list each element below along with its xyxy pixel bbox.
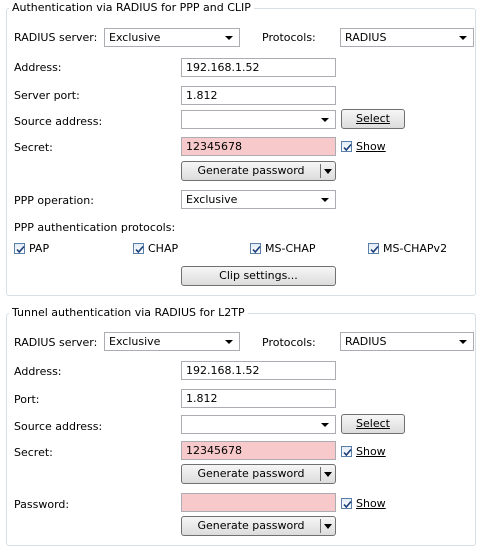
radius-server-select[interactable]: Exclusive [104,28,240,47]
l2tp-secret-field[interactable]: 12345678 [181,441,336,460]
address-label: Address: [14,61,62,74]
radius-l2tp-legend: Tunnel authentication via RADIUS for L2T… [9,306,248,319]
checkmark-icon [370,245,379,254]
checkmark-icon [343,143,352,152]
l2tp-radius-server-select[interactable]: Exclusive [104,332,240,351]
l2tp-protocols-select[interactable]: RADIUS [340,332,474,351]
radius-ppp-legend: Authentication via RADIUS for PPP and CL… [9,1,254,14]
checkmark-icon [343,448,352,457]
source-address-label: Source address: [14,115,103,128]
dropdown-arrow-icon [324,472,332,477]
ppp-auth-protocols-label: PPP authentication protocols: [14,221,176,234]
pap-checkbox[interactable] [14,243,25,254]
checkmark-icon [252,245,261,254]
chap-checkbox[interactable] [133,243,144,254]
l2tp-select-source-label: Select [356,417,390,430]
address-field[interactable]: 192.168.1.52 [181,58,336,77]
l2tp-protocols-value: RADIUS [345,335,387,348]
chevron-down-icon [459,340,467,344]
chap-label: CHAP [148,242,179,255]
server-port-field[interactable]: 1.812 [181,86,336,105]
protocols-label: Protocols: [262,31,316,44]
ppp-operation-value: Exclusive [186,193,238,206]
l2tp-show-password-checkbox[interactable] [341,498,352,509]
l2tp-protocols-label: Protocols: [262,336,316,349]
show-secret-label: Show [356,140,386,153]
dropdown-arrow-icon [324,524,332,529]
protocols-select[interactable]: RADIUS [340,28,474,47]
l2tp-generate-password-button[interactable]: Generate password [181,464,336,484]
l2tp-port-field[interactable]: 1.812 [181,389,336,408]
l2tp-source-address-select[interactable] [181,415,336,434]
chevron-down-icon [321,423,329,427]
chevron-down-icon [321,118,329,122]
l2tp-secret-label: Secret: [14,446,53,459]
ms-chapv2-checkbox[interactable] [368,243,379,254]
l2tp-password-label: Password: [14,498,70,511]
l2tp-port-label: Port: [14,393,40,406]
dropdown-arrow-icon [324,169,332,174]
chevron-down-icon [225,340,233,344]
checkmark-icon [343,500,352,509]
ms-chap-label: MS-CHAP [265,242,316,255]
l2tp-select-source-button[interactable]: Select [341,414,405,434]
clip-settings-button[interactable]: Clip settings... [181,266,336,286]
generate-password-label: Generate password [197,164,305,177]
ms-chapv2-label: MS-CHAPv2 [383,242,448,255]
l2tp-source-address-label: Source address: [14,420,103,433]
server-port-label: Server port: [14,89,80,102]
select-source-button[interactable]: Select [341,109,405,129]
l2tp-radius-server-label: RADIUS server: [14,336,98,349]
chevron-down-icon [321,198,329,202]
checkmark-icon [135,245,144,254]
ppp-operation-select[interactable]: Exclusive [181,190,336,209]
protocols-value: RADIUS [345,31,387,44]
checkmark-icon [16,245,25,254]
l2tp-address-field[interactable]: 192.168.1.52 [181,361,336,380]
show-secret-checkbox[interactable] [341,141,352,152]
secret-field[interactable]: 12345678 [181,137,336,156]
ms-chap-checkbox[interactable] [250,243,261,254]
generate-password-button[interactable]: Generate password [181,161,336,181]
select-source-label: Select [356,112,390,125]
radius-server-label: RADIUS server: [14,31,98,44]
l2tp-show-password-label: Show [356,497,386,510]
l2tp-show-secret-label: Show [356,445,386,458]
pap-label: PAP [29,242,50,255]
source-address-select[interactable] [181,110,336,129]
l2tp-password-field[interactable] [181,493,336,512]
radius-server-value: Exclusive [109,31,161,44]
secret-label: Secret: [14,141,53,154]
chevron-down-icon [225,36,233,40]
l2tp-radius-server-value: Exclusive [109,335,161,348]
l2tp-generate-password-button-2[interactable]: Generate password [181,516,336,536]
chevron-down-icon [459,36,467,40]
l2tp-address-label: Address: [14,365,62,378]
l2tp-show-secret-checkbox[interactable] [341,446,352,457]
l2tp-generate-password-label-2: Generate password [197,519,305,532]
ppp-operation-label: PPP operation: [14,194,94,207]
l2tp-generate-password-label: Generate password [197,467,305,480]
